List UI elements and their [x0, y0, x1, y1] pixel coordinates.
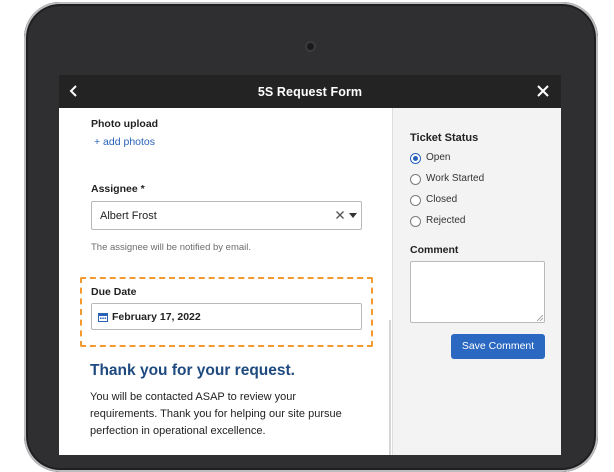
- resize-handle-icon[interactable]: [537, 315, 543, 321]
- scrollbar[interactable]: [389, 320, 391, 455]
- thanks-line-2: requirements. Thank you for helping our …: [90, 408, 342, 420]
- status-label-closed: Closed: [426, 194, 458, 205]
- assignee-select[interactable]: Albert Frost: [91, 201, 362, 230]
- status-label-rejected: Rejected: [426, 215, 466, 226]
- save-comment-button[interactable]: Save Comment: [451, 334, 545, 359]
- status-label-open: Open: [426, 152, 451, 163]
- add-photos-link[interactable]: + add photos: [94, 136, 155, 148]
- thanks-heading: Thank you for your request.: [90, 362, 295, 379]
- radio-rejected[interactable]: [410, 216, 421, 227]
- calendar-icon: [98, 313, 108, 322]
- due-date-label: Due Date: [91, 286, 137, 298]
- assignee-label: Assignee *: [91, 183, 145, 195]
- top-bar: 5S Request Form: [59, 75, 561, 108]
- radio-work-started[interactable]: [410, 174, 421, 185]
- assignee-help-text: The assignee will be notified by email.: [91, 242, 252, 253]
- radio-open[interactable]: [410, 153, 421, 164]
- page-title: 5S Request Form: [257, 85, 363, 99]
- assignee-value: Albert Frost: [100, 210, 157, 222]
- thanks-line-1: You will be contacted ASAP to review you…: [90, 391, 297, 403]
- app-screen: 5S Request Form Photo upload + add photo…: [59, 75, 561, 455]
- ticket-sidebar: Ticket Status Open Work Started Closed R…: [392, 108, 561, 455]
- status-label-work-started: Work Started: [426, 173, 485, 184]
- comment-textarea[interactable]: [410, 261, 545, 323]
- photo-upload-label: Photo upload: [91, 118, 159, 130]
- radio-closed[interactable]: [410, 195, 421, 206]
- close-icon[interactable]: [536, 84, 550, 98]
- clear-icon[interactable]: [335, 210, 345, 220]
- thanks-line-3: perfection in operational excellence.: [90, 425, 266, 437]
- comment-label: Comment: [410, 244, 459, 256]
- due-date-field[interactable]: February 17, 2022: [91, 303, 362, 330]
- due-date-value: February 17, 2022: [112, 311, 201, 323]
- ticket-status-heading: Ticket Status: [410, 132, 479, 144]
- chevron-down-icon[interactable]: [349, 213, 357, 219]
- request-form: Photo upload + add photos Assignee * Alb…: [59, 108, 392, 455]
- camera-icon: [305, 41, 316, 52]
